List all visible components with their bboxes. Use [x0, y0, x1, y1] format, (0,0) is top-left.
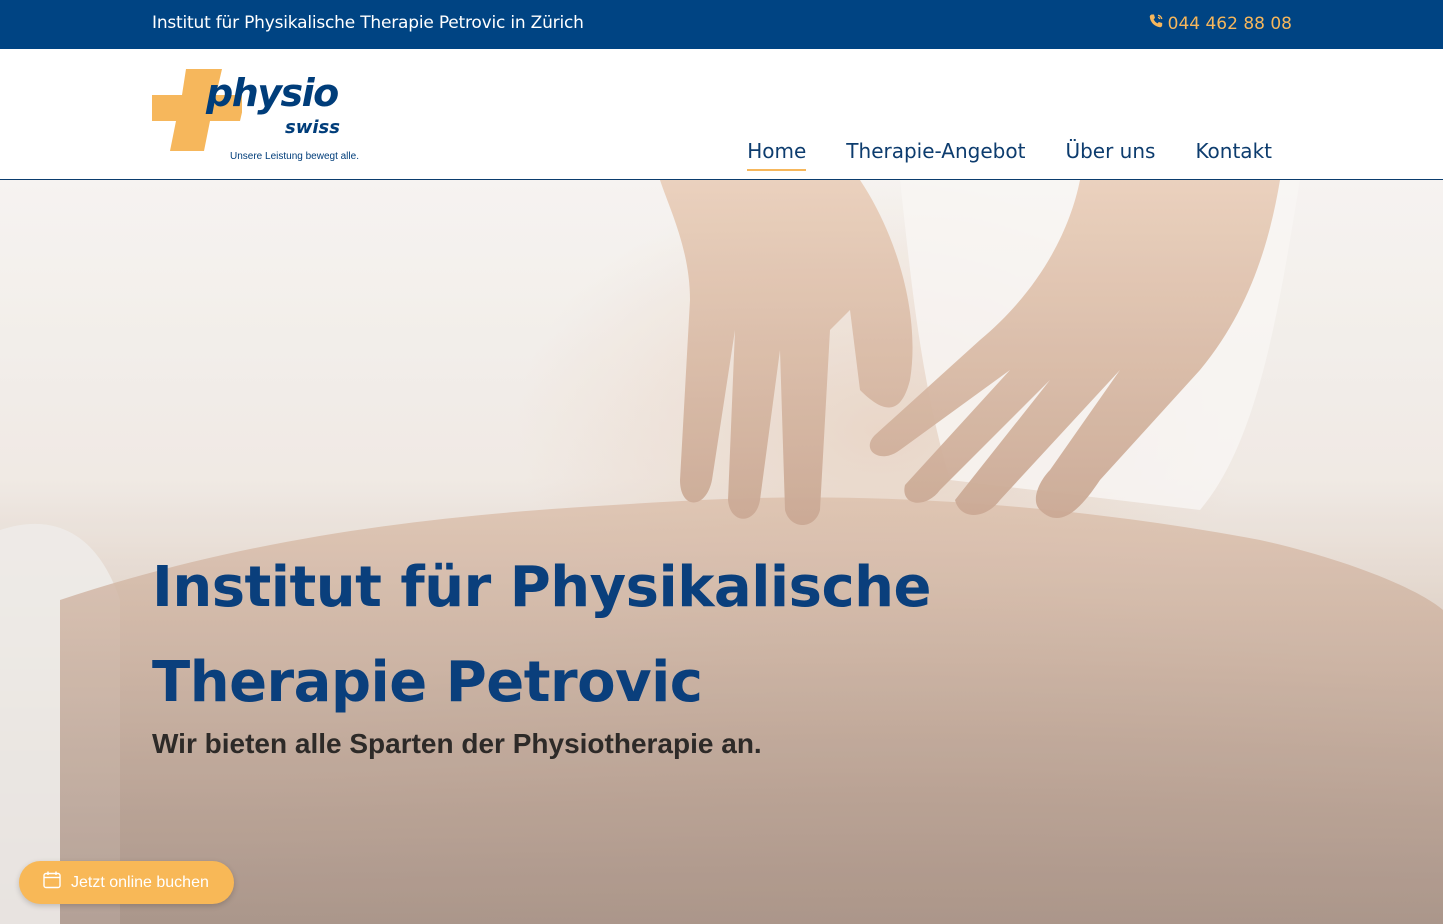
- logo-tagline: Unsere Leistung bewegt alle.: [230, 151, 359, 162]
- book-online-button[interactable]: Jetzt online buchen: [19, 861, 234, 904]
- physioswiss-logo[interactable]: physio swiss Unsere Leistung bewegt alle…: [152, 69, 359, 165]
- nav-ueber-uns[interactable]: Über uns: [1065, 139, 1155, 171]
- calendar-icon: [42, 870, 62, 895]
- nav-home[interactable]: Home: [747, 139, 807, 171]
- hero-title-line-2: Therapie Petrovic: [152, 650, 703, 715]
- logo-word-physio: physio: [206, 71, 339, 115]
- phone-icon: [1148, 13, 1164, 34]
- main-nav: Home Therapie-Angebot Über uns Kontakt: [747, 139, 1272, 171]
- hero-subtitle: Wir bieten alle Sparten der Physiotherap…: [152, 728, 762, 759]
- phone-number: 044 462 88 08: [1167, 13, 1292, 34]
- logo-word-swiss: swiss: [285, 117, 340, 138]
- phone-link[interactable]: 044 462 88 08: [1148, 13, 1292, 34]
- hero-title: Institut für Physikalische Therapie Petr…: [152, 540, 1052, 730]
- site-header: physio swiss Unsere Leistung bewegt alle…: [0, 49, 1443, 180]
- hero-title-line-1: Institut für Physikalische: [152, 555, 931, 620]
- book-online-label: Jetzt online buchen: [71, 873, 209, 891]
- nav-therapie-angebot[interactable]: Therapie-Angebot: [846, 139, 1025, 171]
- top-bar: Institut für Physikalische Therapie Petr…: [0, 0, 1443, 49]
- hero-section: Institut für Physikalische Therapie Petr…: [0, 180, 1443, 924]
- site-title: Institut für Physikalische Therapie Petr…: [152, 13, 584, 33]
- nav-kontakt[interactable]: Kontakt: [1195, 139, 1272, 171]
